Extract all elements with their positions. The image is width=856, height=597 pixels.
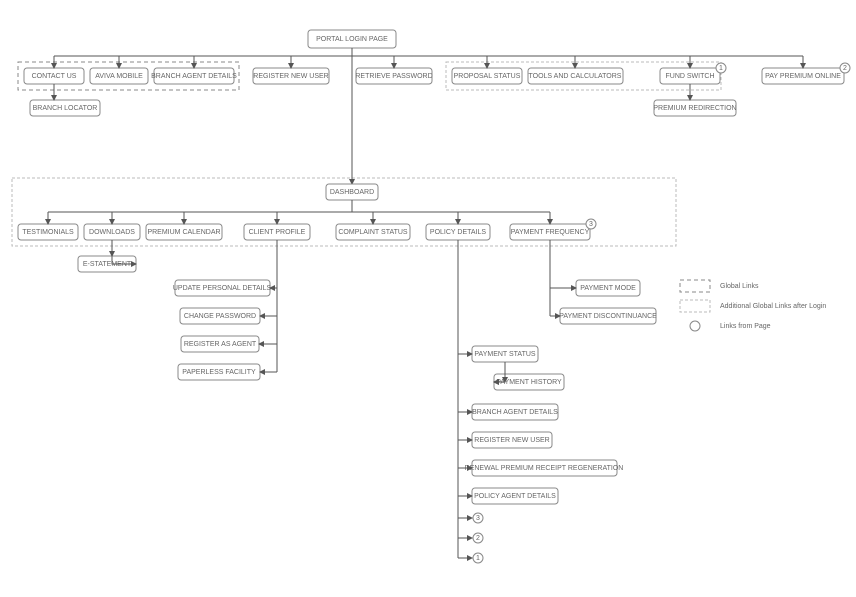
node-register-new-user-2: REGISTER NEW USER bbox=[472, 432, 552, 448]
node-change-password: CHANGE PASSWORD bbox=[180, 308, 260, 324]
svg-text:Links from Page: Links from Page bbox=[720, 323, 771, 330]
svg-text:PAYMENT DISCONTINUANCE: PAYMENT DISCONTINUANCE bbox=[559, 313, 657, 320]
svg-text:TOOLS AND CALCULATORS: TOOLS AND CALCULATORS bbox=[529, 73, 622, 80]
svg-text:RENEWAL PREMIUM RECEIPT REGENE: RENEWAL PREMIUM RECEIPT REGENERATION bbox=[465, 465, 624, 472]
node-policy-agent-details: POLICY AGENT DETAILS bbox=[472, 488, 558, 504]
svg-text:TESTIMONIALS: TESTIMONIALS bbox=[22, 229, 74, 236]
svg-text:3: 3 bbox=[476, 515, 480, 522]
svg-text:COMPLAINT STATUS: COMPLAINT STATUS bbox=[338, 229, 408, 236]
svg-text:1: 1 bbox=[476, 555, 480, 562]
svg-text:DASHBOARD: DASHBOARD bbox=[330, 189, 374, 196]
node-branch-agent-details-2: BRANCH AGENT DETAILS bbox=[472, 404, 558, 420]
svg-text:FUND SWITCH: FUND SWITCH bbox=[666, 73, 715, 80]
node-complaint-status: COMPLAINT STATUS bbox=[336, 224, 410, 240]
node-proposal-status: PROPOSAL STATUS bbox=[452, 68, 522, 84]
svg-text:REGISTER AS AGENT: REGISTER AS AGENT bbox=[184, 341, 257, 348]
svg-text:PAYMENT HISTORY: PAYMENT HISTORY bbox=[496, 379, 562, 386]
svg-text:PAYMENT FREQUENCY: PAYMENT FREQUENCY bbox=[511, 229, 590, 236]
svg-text:AVIVA MOBILE: AVIVA MOBILE bbox=[95, 73, 143, 80]
svg-text:2: 2 bbox=[843, 65, 847, 72]
svg-text:BRANCH LOCATOR: BRANCH LOCATOR bbox=[33, 105, 98, 112]
node-tools-calculators: TOOLS AND CALCULATORS bbox=[528, 68, 623, 84]
node-payment-frequency: PAYMENT FREQUENCY bbox=[510, 224, 590, 240]
pagelink-2: 2 bbox=[473, 533, 483, 543]
node-pay-premium-online: PAY PREMIUM ONLINE bbox=[762, 68, 844, 84]
pagelink-3: 3 bbox=[473, 513, 483, 523]
svg-text:PAYMENT STATUS: PAYMENT STATUS bbox=[474, 351, 536, 358]
svg-text:POLICY DETAILS: POLICY DETAILS bbox=[430, 229, 486, 236]
node-aviva-mobile: AVIVA MOBILE bbox=[90, 68, 148, 84]
node-register-new-user: REGISTER NEW USER bbox=[253, 68, 329, 84]
legend: Global Links Additional Global Links aft… bbox=[680, 280, 826, 331]
node-payment-discontinuance: PAYMENT DISCONTINUANCE bbox=[559, 308, 657, 324]
node-fund-switch: FUND SWITCH bbox=[660, 68, 720, 84]
svg-text:Global Links: Global Links bbox=[720, 283, 759, 290]
svg-text:CHANGE PASSWORD: CHANGE PASSWORD bbox=[184, 313, 256, 320]
svg-text:1: 1 bbox=[719, 65, 723, 72]
node-update-personal: UPDATE PERSONAL DETAILS bbox=[173, 280, 272, 296]
node-client-profile: CLIENT PROFILE bbox=[244, 224, 310, 240]
svg-text:CLIENT PROFILE: CLIENT PROFILE bbox=[249, 229, 306, 236]
pagelink-1: 1 bbox=[473, 553, 483, 563]
node-downloads: DOWNLOADS bbox=[84, 224, 140, 240]
node-branch-locator: BRANCH LOCATOR bbox=[30, 100, 100, 116]
svg-text:RETRIEVE PASSWORD: RETRIEVE PASSWORD bbox=[355, 73, 432, 80]
svg-text:3: 3 bbox=[589, 221, 593, 228]
node-payment-mode: PAYMENT MODE bbox=[576, 280, 640, 296]
svg-text:PAYMENT MODE: PAYMENT MODE bbox=[580, 285, 636, 292]
svg-text:BRANCH AGENT DETAILS: BRANCH AGENT DETAILS bbox=[151, 73, 237, 80]
node-retrieve-password: RETRIEVE PASSWORD bbox=[355, 68, 432, 84]
node-paperless: PAPERLESS FACILITY bbox=[178, 364, 260, 380]
node-premium-redirection: PREMIUM REDIRECTION bbox=[653, 100, 736, 116]
node-premium-calendar: PREMIUM CALENDAR bbox=[146, 224, 222, 240]
node-payment-status: PAYMENT STATUS bbox=[472, 346, 538, 362]
svg-text:CONTACT US: CONTACT US bbox=[32, 73, 77, 80]
svg-text:PREMIUM CALENDAR: PREMIUM CALENDAR bbox=[147, 229, 220, 236]
node-testimonials: TESTIMONIALS bbox=[18, 224, 78, 240]
node-policy-details: POLICY DETAILS bbox=[426, 224, 490, 240]
node-register-agent: REGISTER AS AGENT bbox=[181, 336, 259, 352]
node-renewal-receipt: RENEWAL PREMIUM RECEIPT REGENERATION bbox=[465, 460, 624, 476]
svg-text:PROPOSAL STATUS: PROPOSAL STATUS bbox=[454, 73, 521, 80]
svg-text:REGISTER NEW USER: REGISTER NEW USER bbox=[253, 73, 328, 80]
svg-text:REGISTER NEW USER: REGISTER NEW USER bbox=[474, 437, 549, 444]
node-contact-us: CONTACT US bbox=[24, 68, 84, 84]
svg-text:PAY PREMIUM ONLINE: PAY PREMIUM ONLINE bbox=[765, 73, 841, 80]
svg-text:Additional Global Links after: Additional Global Links after Login bbox=[720, 303, 826, 310]
svg-text:2: 2 bbox=[476, 535, 480, 542]
svg-text:DOWNLOADS: DOWNLOADS bbox=[89, 229, 135, 236]
sitemap-diagram: PORTAL LOGIN PAGE CONTACT US AVIVA MOBIL… bbox=[0, 0, 856, 597]
connectors-dashboard bbox=[48, 212, 550, 224]
node-portal-login: PORTAL LOGIN PAGE bbox=[308, 30, 396, 48]
svg-text:PAPERLESS FACILITY: PAPERLESS FACILITY bbox=[182, 369, 256, 376]
svg-text:POLICY AGENT DETAILS: POLICY AGENT DETAILS bbox=[474, 493, 556, 500]
svg-text:PREMIUM REDIRECTION: PREMIUM REDIRECTION bbox=[653, 105, 736, 112]
node-dashboard: DASHBOARD bbox=[326, 184, 378, 200]
svg-text:UPDATE PERSONAL DETAILS: UPDATE PERSONAL DETAILS bbox=[173, 285, 272, 292]
node-branch-agent-details: BRANCH AGENT DETAILS bbox=[151, 68, 237, 84]
svg-text:PORTAL LOGIN PAGE: PORTAL LOGIN PAGE bbox=[316, 36, 388, 43]
svg-text:BRANCH AGENT DETAILS: BRANCH AGENT DETAILS bbox=[472, 409, 558, 416]
